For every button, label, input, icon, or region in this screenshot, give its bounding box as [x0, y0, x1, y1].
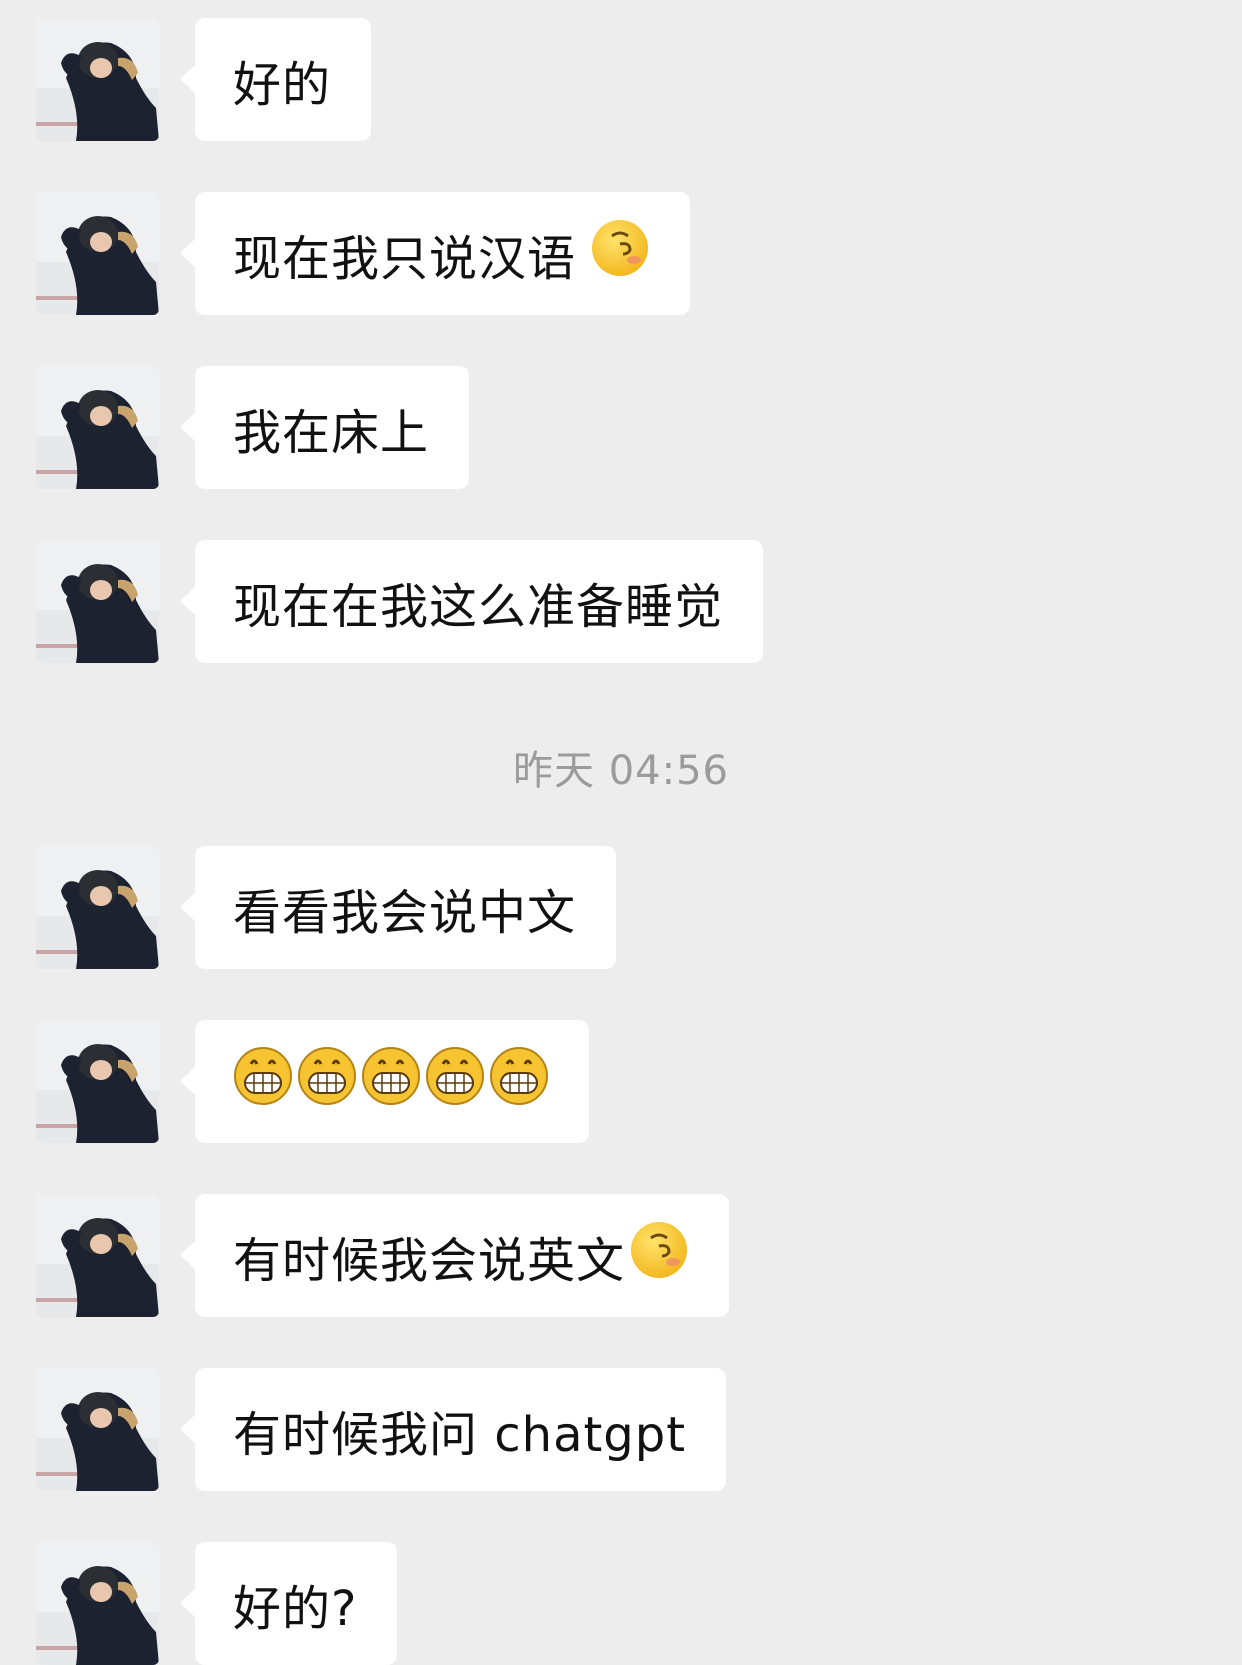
grin-emoji-icon: [361, 1046, 421, 1118]
wink-blush-emoji-icon: [629, 1220, 689, 1292]
message-row: 有时候我问 chatgpt: [36, 1368, 727, 1491]
message-text: 好的: [233, 56, 332, 113]
message-text: 看看我会说中文: [233, 884, 577, 941]
message-bubble[interactable]: 我在床上: [179, 366, 470, 489]
avatar[interactable]: [36, 540, 159, 663]
message-bubble[interactable]: 看看我会说中文: [179, 846, 617, 969]
message-text: 现在在我这么准备睡觉: [233, 578, 724, 635]
message-text: 我在床上: [233, 404, 430, 461]
wink-blush-emoji-icon: [590, 218, 650, 290]
message-bubble[interactable]: 现在我只说汉语: [179, 192, 691, 315]
avatar[interactable]: [36, 846, 159, 969]
avatar[interactable]: [36, 18, 159, 141]
message-bubble[interactable]: 现在在我这么准备睡觉: [179, 540, 764, 663]
message-row: 好的: [36, 18, 372, 141]
message-bubble[interactable]: 有时候我会说英文: [179, 1194, 730, 1317]
message-bubble[interactable]: [180, 1020, 589, 1143]
avatar[interactable]: [36, 1194, 159, 1317]
message-row: 现在在我这么准备睡觉: [36, 540, 764, 663]
chat-area: 好的 现在我只说汉语 我在床上 现在在我这么准备睡觉 昨天 04:56 看看我会…: [0, 0, 1242, 1665]
grin-emoji-icon: [489, 1046, 549, 1118]
message-text: 好的?: [233, 1580, 358, 1637]
message-bubble[interactable]: 好的: [179, 18, 372, 141]
message-row: [36, 1020, 589, 1143]
grin-emoji-icon: [425, 1046, 485, 1118]
avatar[interactable]: [36, 192, 159, 315]
message-text: 现在我只说汉语: [233, 230, 577, 287]
message-row: 好的?: [36, 1542, 398, 1665]
message-row: 我在床上: [36, 366, 470, 489]
timestamp-divider: 昨天 04:56: [513, 748, 729, 794]
message-row: 现在我只说汉语: [36, 192, 691, 315]
message-bubble[interactable]: 好的?: [179, 1542, 398, 1665]
message-text: 有时候我会说英文: [233, 1232, 626, 1289]
grin-emoji-icon: [297, 1046, 357, 1118]
grin-emoji-icon: [233, 1046, 293, 1118]
message-row: 看看我会说中文: [36, 846, 617, 969]
avatar[interactable]: [36, 1020, 159, 1143]
message-text: 有时候我问 chatgpt: [233, 1406, 687, 1463]
emoji-row: [233, 1046, 549, 1118]
message-bubble[interactable]: 有时候我问 chatgpt: [179, 1368, 727, 1491]
avatar[interactable]: [36, 1542, 159, 1665]
avatar[interactable]: [36, 1368, 159, 1491]
message-row: 有时候我会说英文: [36, 1194, 730, 1317]
avatar[interactable]: [36, 366, 159, 489]
